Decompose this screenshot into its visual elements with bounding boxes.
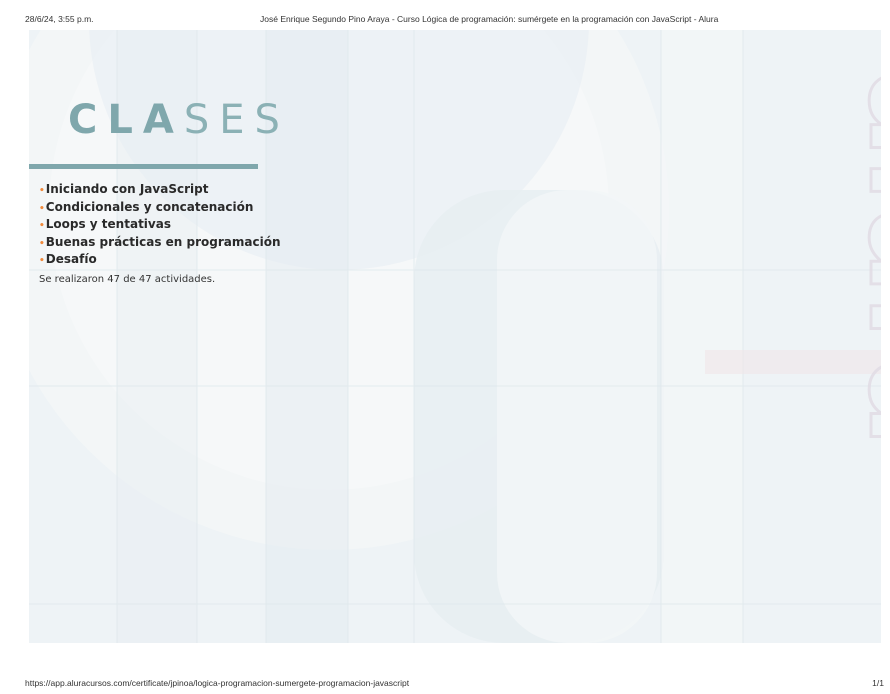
heading-strong: CLA bbox=[68, 97, 184, 143]
topic-item: •Desafío bbox=[39, 252, 281, 270]
bullet-icon: • bbox=[39, 186, 45, 196]
topic-item: •Iniciando con JavaScript bbox=[39, 182, 281, 200]
print-page-number: 1/1 bbox=[872, 678, 884, 688]
certificate-panel: alura CLASES •Iniciando con JavaScript •… bbox=[29, 30, 881, 643]
topic-label: Condicionales y concatenación bbox=[45, 199, 254, 214]
print-document-title: José Enrique Segundo Pino Araya - Curso … bbox=[260, 14, 719, 24]
watermark-text: alura bbox=[840, 70, 881, 447]
bullet-icon: • bbox=[39, 256, 45, 266]
topic-item: •Loops y tentativas bbox=[39, 217, 281, 235]
heading-underline bbox=[29, 164, 258, 169]
activities-summary: Se realizaron 47 de 47 actividades. bbox=[39, 274, 216, 285]
bullet-icon: • bbox=[39, 238, 45, 249]
topic-list: •Iniciando con JavaScript •Condicionales… bbox=[39, 182, 281, 270]
topic-item: •Buenas prácticas en programación bbox=[39, 235, 281, 253]
topic-label: Buenas prácticas en programación bbox=[45, 234, 281, 249]
bullet-icon: • bbox=[39, 203, 45, 214]
topic-label: Iniciando con JavaScript bbox=[45, 182, 209, 196]
heading-light: SES bbox=[183, 97, 290, 143]
bullet-icon: • bbox=[39, 221, 45, 231]
print-date: 28/6/24, 3:55 p.m. bbox=[25, 14, 94, 24]
topic-label: Desafío bbox=[45, 252, 97, 266]
section-heading: CLASES bbox=[68, 100, 290, 140]
topic-label: Loops y tentativas bbox=[45, 217, 171, 231]
print-url: https://app.aluracursos.com/certificate/… bbox=[25, 678, 410, 688]
topic-item: •Condicionales y concatenación bbox=[39, 200, 281, 218]
